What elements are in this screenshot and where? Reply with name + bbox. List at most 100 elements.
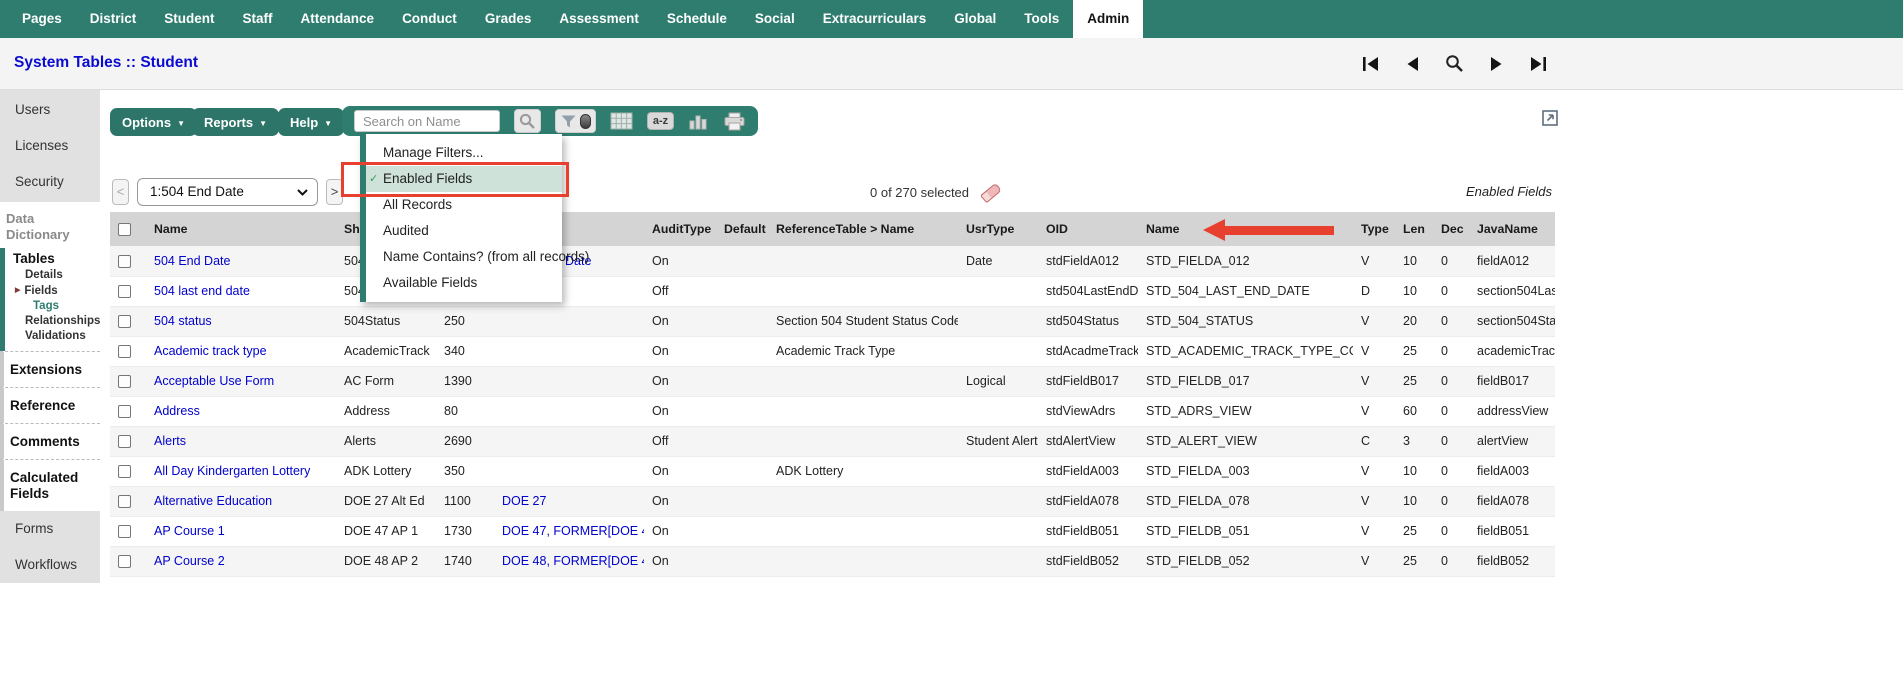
cell-referencetable: ADK Lottery [768, 456, 958, 487]
sidebar-item[interactable]: Licenses [0, 128, 100, 164]
search-go-button[interactable] [514, 109, 541, 133]
selection-status: 0 of 270 selected [870, 178, 1002, 208]
first-icon[interactable] [1362, 56, 1379, 72]
field-name-link[interactable]: 504 End Date [154, 254, 230, 268]
field-name-link[interactable]: Alternative Education [154, 494, 272, 508]
nav-tab[interactable]: Tools [1010, 0, 1073, 38]
search-icon[interactable] [1445, 54, 1464, 73]
cell-oid: std504LastEndD [1038, 276, 1138, 307]
row-checkbox[interactable] [118, 465, 131, 479]
sidebar-subitem[interactable]: Fields [5, 283, 100, 299]
field-name-link[interactable]: AP Course 2 [154, 554, 225, 568]
row-checkbox[interactable] [118, 555, 131, 569]
col-header-default[interactable]: Default [716, 212, 768, 246]
sort-az-icon[interactable]: a-z [647, 112, 674, 130]
row-checkbox[interactable] [118, 285, 131, 299]
filter-menu-item[interactable]: Name Contains? (from all records) [366, 244, 589, 270]
nav-tab[interactable]: Attendance [287, 0, 389, 38]
sidebar-group[interactable]: Comments [0, 423, 100, 459]
nav-tab[interactable]: Admin [1073, 0, 1144, 38]
field-name-link[interactable]: Alerts [154, 434, 186, 448]
prev-record-button[interactable]: < [112, 179, 129, 205]
filter-menu-item[interactable]: Audited [366, 218, 562, 244]
nav-tab[interactable]: Schedule [653, 0, 741, 38]
sidebar-group[interactable]: Extensions [0, 351, 100, 387]
nav-tab[interactable]: Extracurriculars [809, 0, 941, 38]
field-name-link[interactable]: All Day Kindergarten Lottery [154, 464, 310, 478]
field-name-link[interactable]: Address [154, 404, 200, 418]
nav-tab[interactable]: District [76, 0, 151, 38]
tag-link[interactable]: DOE 48, FORMER[DOE 48] [502, 554, 644, 568]
sidebar-subitem[interactable]: Tags [5, 299, 100, 314]
nav-tab[interactable]: Grades [471, 0, 546, 38]
select-all-checkbox[interactable] [118, 223, 131, 237]
sidebar: Users Licenses Security Data Dictionary Ta… [0, 90, 100, 583]
previous-icon[interactable] [1405, 56, 1419, 72]
row-checkbox[interactable] [118, 495, 131, 509]
last-icon[interactable] [1530, 56, 1547, 72]
field-name-link[interactable]: Academic track type [154, 344, 267, 358]
row-checkbox[interactable] [118, 345, 131, 359]
col-header-oid[interactable]: OID [1038, 212, 1138, 246]
sidebar-group[interactable]: Reference [0, 387, 100, 423]
record-select[interactable]: 1:504 End Date [137, 178, 318, 206]
field-name-link[interactable]: Acceptable Use Form [154, 374, 274, 388]
next-icon[interactable] [1490, 56, 1504, 72]
search-input[interactable] [354, 110, 500, 132]
chart-icon[interactable] [688, 113, 709, 130]
cell-dbname: STD_504_LAST_END_DATE [1138, 276, 1353, 307]
field-name-link[interactable]: AP Course 1 [154, 524, 225, 538]
options-button[interactable]: Options ▼ [110, 108, 198, 136]
col-header-audittype[interactable]: AuditType [644, 212, 716, 246]
main-content: Options ▼ Reports ▼ Help ▼ a-z < 1:504 End … [100, 90, 1903, 700]
caret-down-icon: ▼ [177, 118, 186, 128]
col-header-javaname[interactable]: JavaName [1469, 212, 1555, 246]
row-checkbox[interactable] [118, 315, 131, 329]
col-header-len[interactable]: Len [1395, 212, 1433, 246]
row-checkbox[interactable] [118, 435, 131, 449]
cell-oid: stdAlertView [1038, 426, 1138, 457]
help-button[interactable]: Help ▼ [278, 108, 345, 136]
reports-button[interactable]: Reports ▼ [192, 108, 280, 136]
nav-tab[interactable]: Pages [8, 0, 76, 38]
sidebar-item[interactable]: Security [0, 164, 100, 200]
col-header-referencetable[interactable]: ReferenceTable > Name [768, 212, 958, 246]
tag-link[interactable]: DOE 47, FORMER[DOE 47] [502, 524, 644, 538]
print-icon[interactable] [723, 112, 746, 131]
field-name-link[interactable]: 504 last end date [154, 284, 250, 298]
row-checkbox[interactable] [118, 525, 131, 539]
cell-javaname: fieldB052 [1469, 546, 1555, 577]
nav-tab[interactable]: Conduct [388, 0, 471, 38]
sidebar-subitem[interactable]: Relationships [5, 314, 100, 329]
sidebar-subitem[interactable]: Details [5, 268, 100, 283]
sidebar-subitem[interactable]: Validations [5, 329, 100, 344]
sidebar-item[interactable]: Workflows [0, 547, 100, 583]
sidebar-item-tables[interactable]: Tables [5, 250, 100, 268]
row-checkbox[interactable] [118, 375, 131, 389]
nav-tab[interactable]: Social [741, 0, 809, 38]
sidebar-item[interactable]: Forms [0, 511, 100, 547]
sidebar-item[interactable]: Users [0, 92, 100, 128]
nav-tab[interactable]: Assessment [545, 0, 653, 38]
col-header-usrtype[interactable]: UsrType [958, 212, 1038, 246]
row-checkbox[interactable] [118, 405, 131, 419]
nav-tab[interactable]: Student [150, 0, 228, 38]
record-select-value: 1:504 End Date [150, 184, 244, 199]
breadcrumb-bar: System Tables :: Student [0, 38, 1903, 90]
col-header-name[interactable]: Name [146, 212, 336, 246]
filter-toggle-button[interactable] [555, 109, 596, 133]
eraser-icon[interactable] [980, 182, 1002, 204]
filter-menu-item[interactable]: Available Fields [366, 270, 562, 296]
grid-view-icon[interactable] [610, 112, 633, 130]
row-checkbox[interactable] [118, 254, 131, 268]
nav-tab[interactable]: Staff [229, 0, 287, 38]
tag-link[interactable]: DOE 27 [502, 494, 546, 508]
col-header-type[interactable]: Type [1353, 212, 1395, 246]
field-name-link[interactable]: 504 status [154, 314, 212, 328]
table-row: Academic track type AcademicTrack 340 On… [110, 336, 1555, 367]
col-header-dec[interactable]: Dec [1433, 212, 1469, 246]
sidebar-group[interactable]: Calculated Fields [0, 459, 100, 511]
popout-icon[interactable] [1542, 110, 1559, 132]
table-row: Alerts Alerts 2690 Off Student Alert std… [110, 426, 1555, 457]
nav-tab[interactable]: Global [940, 0, 1010, 38]
